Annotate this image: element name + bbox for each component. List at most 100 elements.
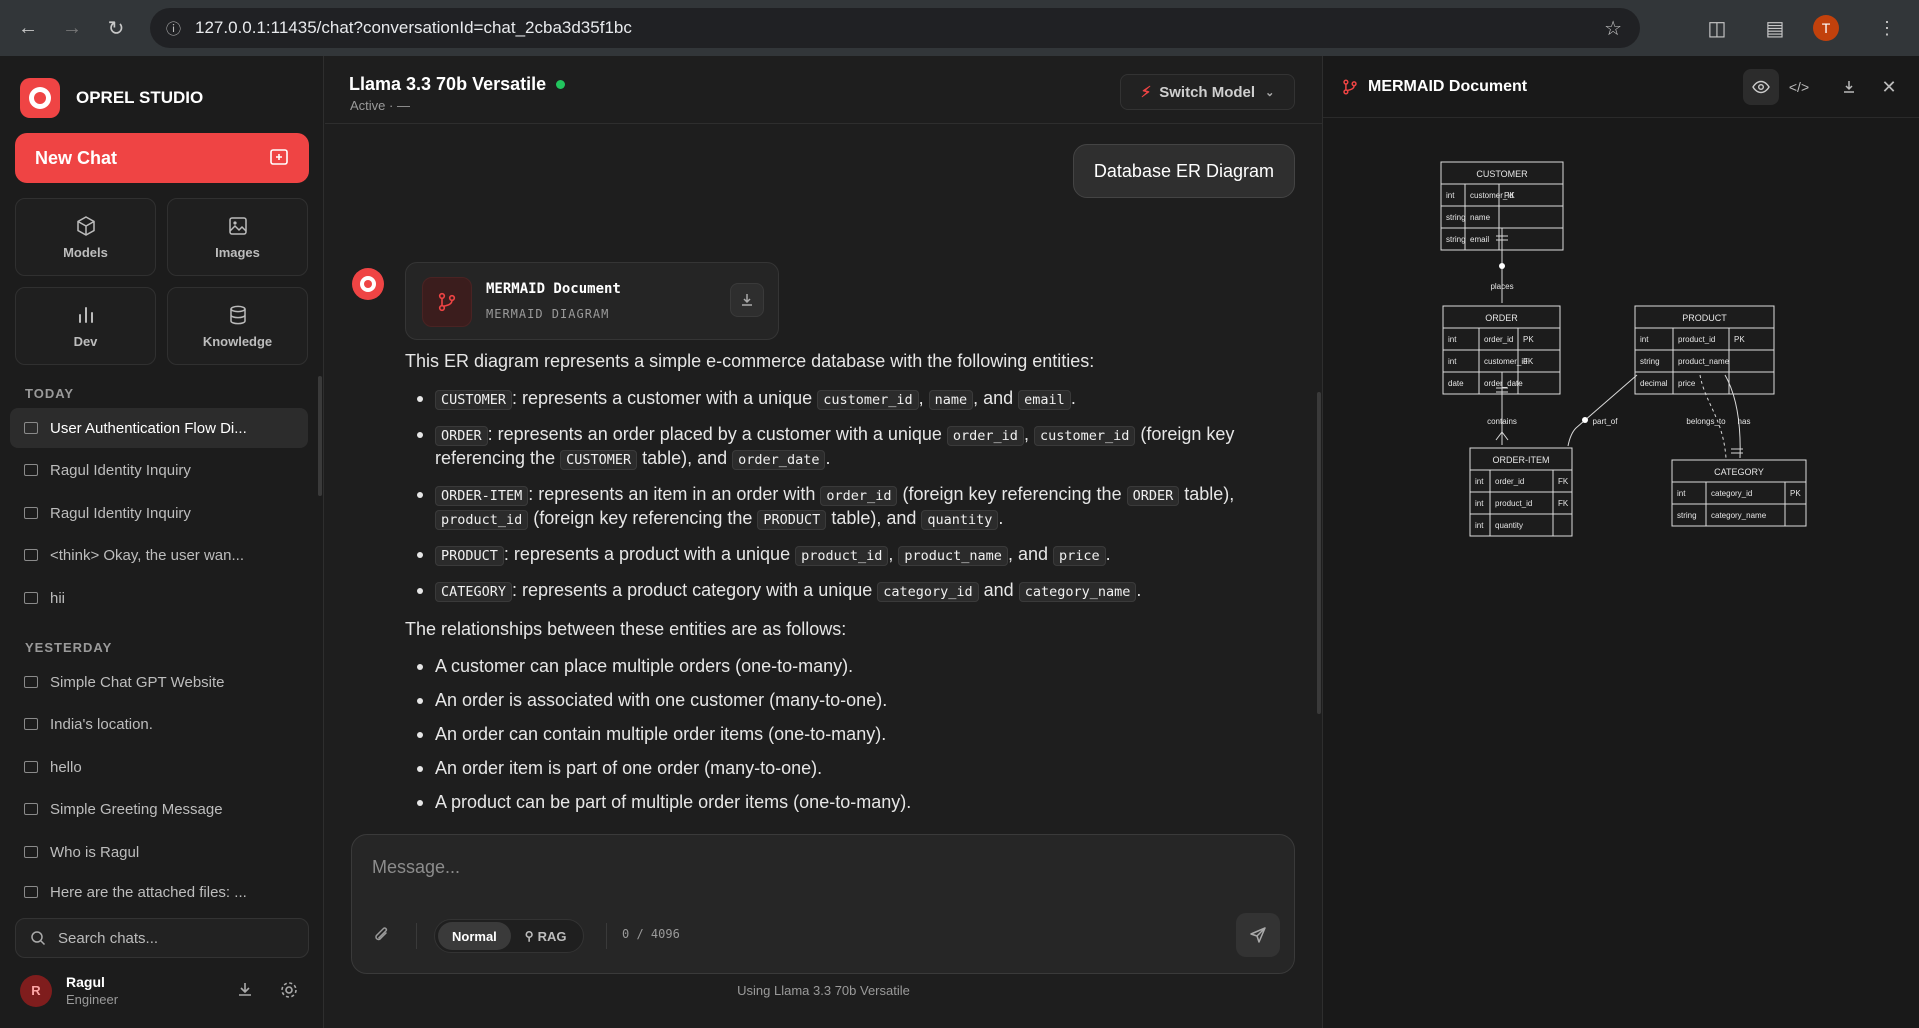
text-span: : represents a product with a unique <box>503 544 796 564</box>
brand[interactable]: OPREL STUDIO <box>20 78 203 118</box>
chat-history-item[interactable]: User Authentication Flow Di... <box>10 408 308 448</box>
er-attr-type: int <box>1475 499 1484 508</box>
er-attr-type: date <box>1448 379 1464 388</box>
er-attr-type: int <box>1475 477 1484 486</box>
message-input[interactable]: Message... <box>372 857 460 878</box>
site-info-icon[interactable]: ⓘ <box>166 18 181 39</box>
code-view-button[interactable]: </> <box>1781 69 1817 105</box>
relationship-item: An order item is part of one order (many… <box>405 757 1285 779</box>
text-span: , <box>1023 424 1034 444</box>
chat-bubble-icon <box>24 803 38 815</box>
reload-icon[interactable]: ↻ <box>96 8 136 48</box>
panel-download-button[interactable] <box>1831 69 1867 105</box>
chat-history-item[interactable]: hello <box>10 747 308 787</box>
search-chats-input[interactable]: Search chats... <box>15 918 309 958</box>
chat-bubble-icon <box>24 676 38 688</box>
er-entity-name: CUSTOMER <box>1476 169 1528 179</box>
code-span: CUSTOMER <box>435 390 513 410</box>
new-chat-label: New Chat <box>35 147 118 168</box>
back-icon[interactable]: ← <box>8 8 48 48</box>
code-icon: </> <box>1788 79 1810 95</box>
knowledge-label: Knowledge <box>202 333 273 349</box>
text-span: , <box>888 544 899 564</box>
online-status-dot <box>556 80 566 89</box>
new-chat-button[interactable]: New Chat <box>15 133 309 183</box>
model-status: Active · — <box>350 98 410 113</box>
er-cardinality-mark <box>1501 431 1509 441</box>
profile-avatar[interactable]: T <box>1813 15 1839 41</box>
mode-rag-button[interactable]: ⚲ RAG <box>511 922 581 950</box>
er-label-part_of: part_of <box>1593 417 1619 426</box>
user-profile[interactable]: R Ragul Engineer <box>20 974 310 1007</box>
er-attr-name: quantity <box>1495 521 1523 530</box>
mode-toggle: Normal ⚲ RAG <box>434 919 585 953</box>
tab-search-icon[interactable]: ▤ <box>1755 8 1795 48</box>
bookmark-star-icon[interactable]: ☆ <box>1604 16 1622 41</box>
dev-tile[interactable]: Dev <box>15 287 156 365</box>
er-attr-name: product_id <box>1495 499 1532 508</box>
panel-title: MERMAID Document <box>1368 78 1528 95</box>
doc-card-subtitle: MERMAID DIAGRAM <box>486 307 610 321</box>
er-entity-name: ORDER <box>1485 313 1518 323</box>
forward-icon[interactable]: → <box>52 8 92 48</box>
chat-history-item[interactable]: Simple Greeting Message <box>10 789 308 829</box>
paperclip-icon[interactable] <box>372 925 392 945</box>
chat-history-item[interactable]: Who is Ragul <box>10 832 308 872</box>
er-attr-key: PK <box>1734 335 1745 344</box>
chat-scrollbar[interactable] <box>1317 392 1321 714</box>
er-entity-order_item: ORDER-ITEM int order_id FK int product_id FK in… <box>1469 447 1573 537</box>
send-icon <box>1250 927 1266 943</box>
relationship-list: A customer can place multiple orders (on… <box>405 655 1285 813</box>
doc-card-title: MERMAID Document <box>486 281 621 297</box>
chat-header: Llama 3.3 70b Versatile Active · — ⚡︎ Sw… <box>325 56 1322 124</box>
chat-history-item[interactable]: Simple Chat GPT Website <box>10 662 308 702</box>
switch-model-button[interactable]: ⚡︎ Switch Model ⌄ <box>1120 74 1295 110</box>
download-icon[interactable] <box>235 980 255 1000</box>
er-attr-type: string <box>1446 235 1466 244</box>
images-tile[interactable]: Images <box>167 198 308 276</box>
er-attr-type: int <box>1448 357 1457 366</box>
brand-name: OPREL STUDIO <box>76 88 204 107</box>
models-tile[interactable]: Models <box>15 198 156 276</box>
send-button[interactable] <box>1236 913 1280 957</box>
chat-history-item[interactable]: <think> Okay, the user wan... <box>10 535 308 575</box>
er-attr-name: customer_id <box>1484 357 1528 366</box>
chat-bubble-icon <box>24 846 38 858</box>
gear-icon[interactable] <box>279 980 299 1000</box>
er-attr-name: product_name <box>1678 357 1730 366</box>
er-attr-name: price <box>1678 379 1696 388</box>
chat-history-item[interactable]: India's location. <box>10 704 308 744</box>
lightning-icon: ⚡︎ <box>1140 84 1152 101</box>
dev-label: Dev <box>73 333 98 349</box>
chat-title: Here are the attached files: ... <box>50 883 247 901</box>
code-span: customer_id <box>1033 426 1136 446</box>
chat-title: Ragul Identity Inquiry <box>50 461 191 479</box>
text-span: : represents a product category with a u… <box>512 580 878 600</box>
text-span: : represents an order placed by a custom… <box>487 424 947 444</box>
address-bar[interactable]: ⓘ 127.0.0.1:11435/chat?conversationId=ch… <box>150 8 1640 48</box>
entity-item: CATEGORY: represents a product category … <box>405 579 1285 603</box>
chevron-down-icon: ⌄ <box>1265 86 1275 99</box>
entity-item: CUSTOMER: represents a customer with a u… <box>405 387 1285 411</box>
mermaid-document-card[interactable]: MERMAID Document MERMAID DIAGRAM <box>405 262 779 340</box>
er-attr-key: FK <box>1558 477 1569 486</box>
mode-normal-button[interactable]: Normal <box>438 922 511 950</box>
er-attr-name: category_name <box>1711 511 1767 520</box>
text-span: , and <box>1007 544 1053 564</box>
download-doc-button[interactable] <box>730 283 764 317</box>
extensions-icon[interactable]: ◫ <box>1697 8 1737 48</box>
chat-history-item[interactable]: hii <box>10 578 308 618</box>
close-icon[interactable]: ✕ <box>1871 69 1907 105</box>
knowledge-tile[interactable]: Knowledge <box>167 287 308 365</box>
message-composer[interactable]: Message... Normal ⚲ RAG 0 / 4096 <box>351 834 1295 974</box>
chat-history-item[interactable]: Ragul Identity Inquiry <box>10 493 308 533</box>
er-attr-key: FK <box>1558 499 1569 508</box>
code-span: ORDER <box>435 426 488 446</box>
entity-list: CUSTOMER: represents a customer with a u… <box>405 387 1285 603</box>
chat-history-item[interactable]: Here are the attached files: ... <box>10 874 308 910</box>
sidebar-scrollbar[interactable] <box>318 376 322 496</box>
er-anchor-dot <box>1582 417 1588 423</box>
chrome-menu-icon[interactable]: ⋮ <box>1867 8 1907 48</box>
preview-eye-button[interactable] <box>1743 69 1779 105</box>
chat-history-item[interactable]: Ragul Identity Inquiry <box>10 450 308 490</box>
